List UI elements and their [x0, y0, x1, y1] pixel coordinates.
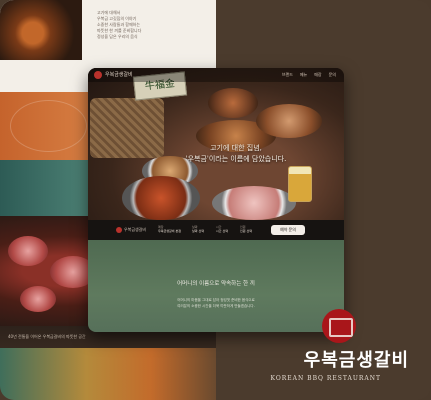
party-size-field[interactable]: 인원 인원 선택 — [240, 225, 252, 235]
date-field[interactable]: 날짜 날짜 선택 — [192, 225, 204, 235]
footer-logo-icon — [116, 227, 122, 233]
logo-icon[interactable] — [94, 71, 102, 79]
headline-line-1: 고기에 대한 집념, — [210, 144, 262, 152]
reservation-bar: 우복금생갈비 매장 우복금생갈비 본점 날짜 날짜 선택 시간 시간 선택 인원… — [88, 220, 344, 240]
reservation-brand: 우복금생갈비 — [124, 227, 147, 232]
field-value: 날짜 선택 — [192, 229, 204, 233]
collage-dish-image — [0, 0, 82, 60]
reserve-button[interactable]: 예약 문의 — [271, 225, 305, 235]
hero-image: 牛福金 우복금생갈비 브랜드 메뉴 매장 문의 고기에 대한 집념, '우복금'… — [88, 68, 344, 220]
promise-section: 어머니의 이름으로 약속하는 한 끼 어머니의 마음을 그대로 담아 정성껏 준… — [88, 240, 344, 332]
time-field[interactable]: 시간 시간 선택 — [216, 225, 228, 235]
collage-pattern — [10, 100, 87, 152]
raw-pork-plate — [212, 186, 296, 220]
collage-text-line: 정성을 담은 우리의 음식 — [97, 34, 138, 39]
section-title: 어머니의 이름으로 약속하는 한 끼 — [177, 281, 255, 287]
nav-item-menu[interactable]: 메뉴 — [300, 72, 307, 78]
portfolio-showcase: 고기에 대해서 우복금 고깃집의 이야기 소중한 사람들과 함께하는 따뜻한 한… — [0, 0, 431, 400]
website-screenshot: 牛福金 우복금생갈비 브랜드 메뉴 매장 문의 고기에 대한 집념, '우복금'… — [88, 68, 344, 332]
nav-menu: 브랜드 메뉴 매장 문의 — [282, 72, 336, 78]
field-value: 시간 선택 — [216, 229, 228, 233]
nav-brand[interactable]: 우복금생갈비 — [105, 72, 133, 78]
section-subtitle: 어머니의 마음을 그대로 담아 정성껏 준비한 음식으로 여러분의 소중한 시간… — [88, 297, 344, 309]
brand-emblem-icon — [322, 309, 356, 343]
beer-glass — [288, 166, 312, 202]
meat-image — [20, 286, 56, 312]
stew-plate — [208, 88, 258, 118]
nav-item-contact[interactable]: 문의 — [329, 72, 336, 78]
section-subtitle-line: 여러분의 소중한 시간을 더욱 따뜻하게 만들겠습니다. — [177, 304, 255, 308]
collage-intro-text: 고기에 대해서 우복금 고깃집의 이야기 소중한 사람들과 함께하는 따뜻한 한… — [97, 10, 207, 40]
meat-image — [8, 236, 48, 266]
nav-item-brand[interactable]: 브랜드 — [282, 72, 293, 78]
site-nav: 우복금생갈비 브랜드 메뉴 매장 문의 — [88, 68, 344, 82]
store-field[interactable]: 매장 우복금생갈비 본점 — [158, 225, 181, 235]
spicy-stew-pot — [122, 176, 200, 220]
nav-item-store[interactable]: 매장 — [314, 72, 321, 78]
brand-name: 우복금생갈비 — [303, 350, 409, 371]
field-value: 인원 선택 — [240, 229, 252, 233]
collage-bottom-text: 40년 전통을 이어온 우복금갈비의 따뜻한 공간 — [8, 334, 86, 339]
headline-line-2: '우복금'이라는 이름에 담았습니다. — [185, 155, 287, 163]
grilled-meat-plate — [256, 104, 322, 138]
hero-headline: 고기에 대한 집념, '우복금'이라는 이름에 담았습니다. — [136, 143, 336, 165]
brand-subtitle: KOREAN BBQ RESTAURANT — [270, 375, 381, 382]
field-value: 우복금생갈비 본점 — [158, 229, 182, 233]
